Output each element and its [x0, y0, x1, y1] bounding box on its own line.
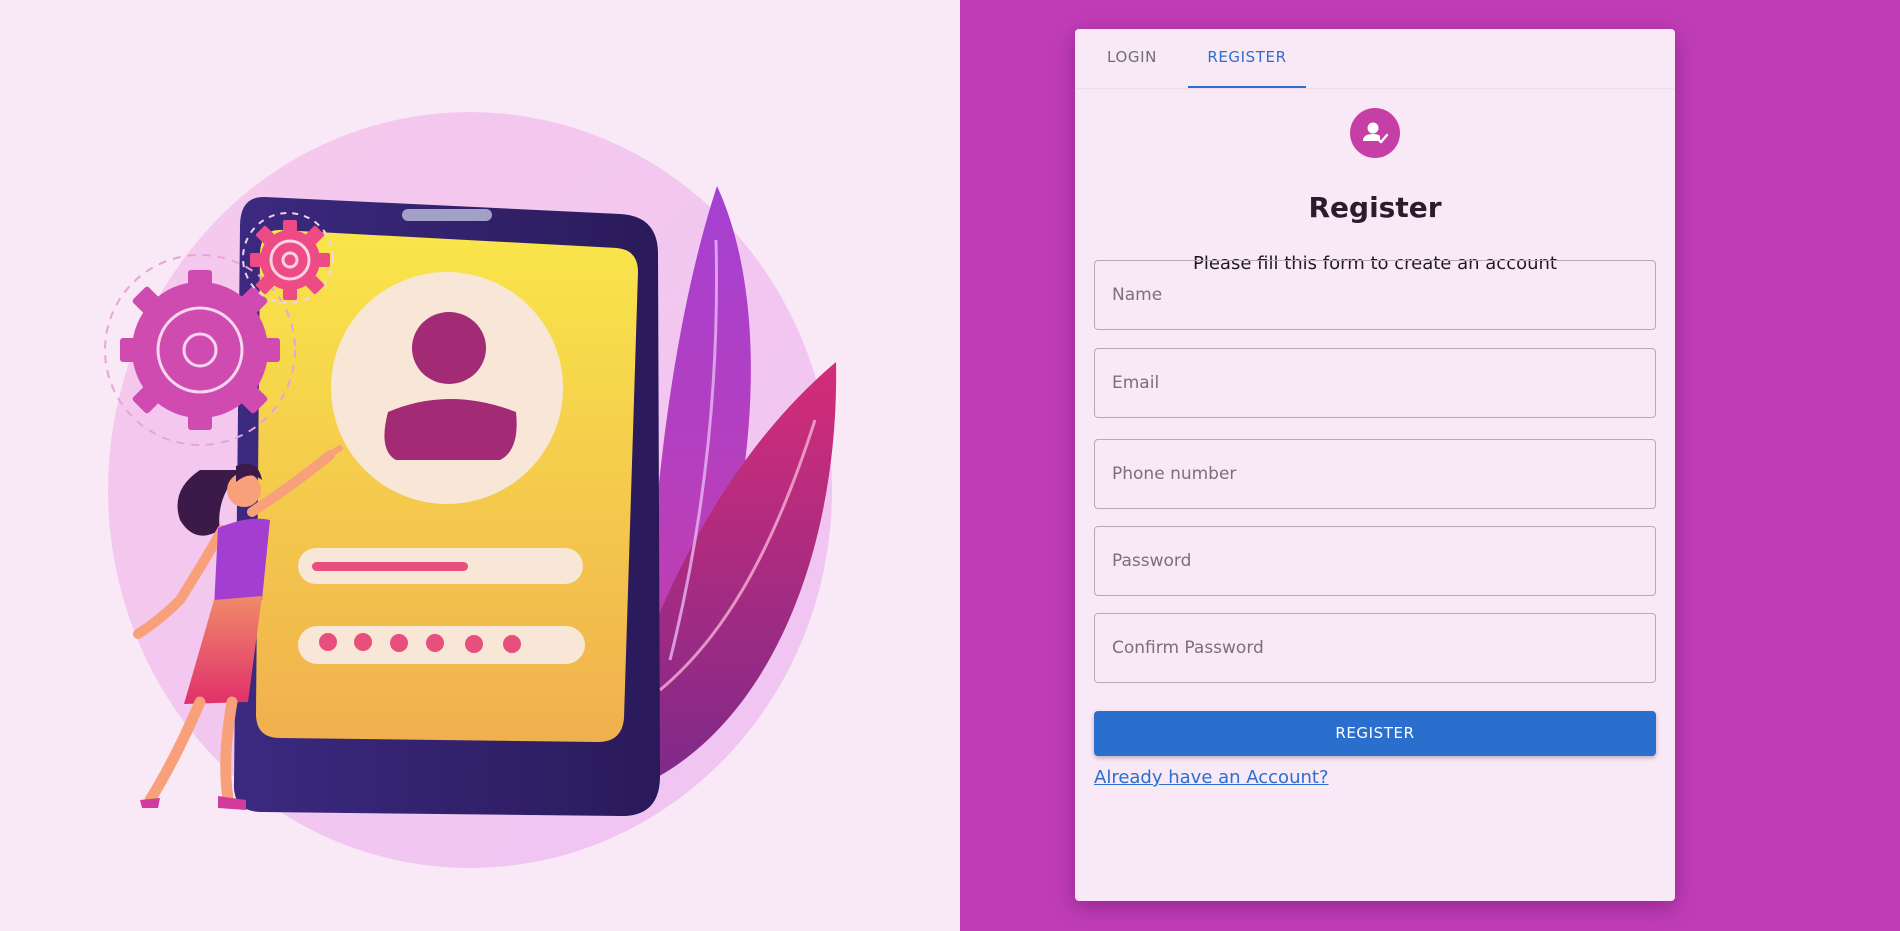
- email-input[interactable]: [1095, 349, 1655, 417]
- phone-input[interactable]: [1095, 440, 1655, 508]
- auth-tabs: LOGIN REGISTER: [1075, 29, 1675, 89]
- password-field: [1094, 526, 1656, 596]
- confirm-password-input[interactable]: [1095, 614, 1655, 682]
- gear-small-icon: [250, 220, 330, 300]
- screen-avatar: [331, 272, 563, 504]
- login-link[interactable]: Already have an Account?: [1094, 767, 1329, 788]
- page-title: Register: [1308, 191, 1442, 224]
- phone-field: [1094, 439, 1656, 509]
- user-check-icon: [1350, 108, 1400, 158]
- register-card: LOGIN REGISTER Register Please fill this…: [1075, 29, 1675, 901]
- illustration-panel: [0, 0, 960, 931]
- tab-login[interactable]: LOGIN: [1075, 29, 1189, 89]
- confirm-password-field: [1094, 613, 1656, 683]
- active-tab-indicator: [1188, 86, 1306, 88]
- phone-login-illustration: [104, 112, 837, 868]
- name-field: [1094, 260, 1656, 330]
- email-field: [1094, 348, 1656, 418]
- tab-register[interactable]: REGISTER: [1188, 29, 1306, 89]
- gear-large-icon: [120, 270, 280, 430]
- register-button[interactable]: REGISTER: [1094, 711, 1656, 756]
- phone-speaker: [402, 209, 492, 221]
- name-input[interactable]: [1095, 261, 1655, 329]
- password-input[interactable]: [1095, 527, 1655, 595]
